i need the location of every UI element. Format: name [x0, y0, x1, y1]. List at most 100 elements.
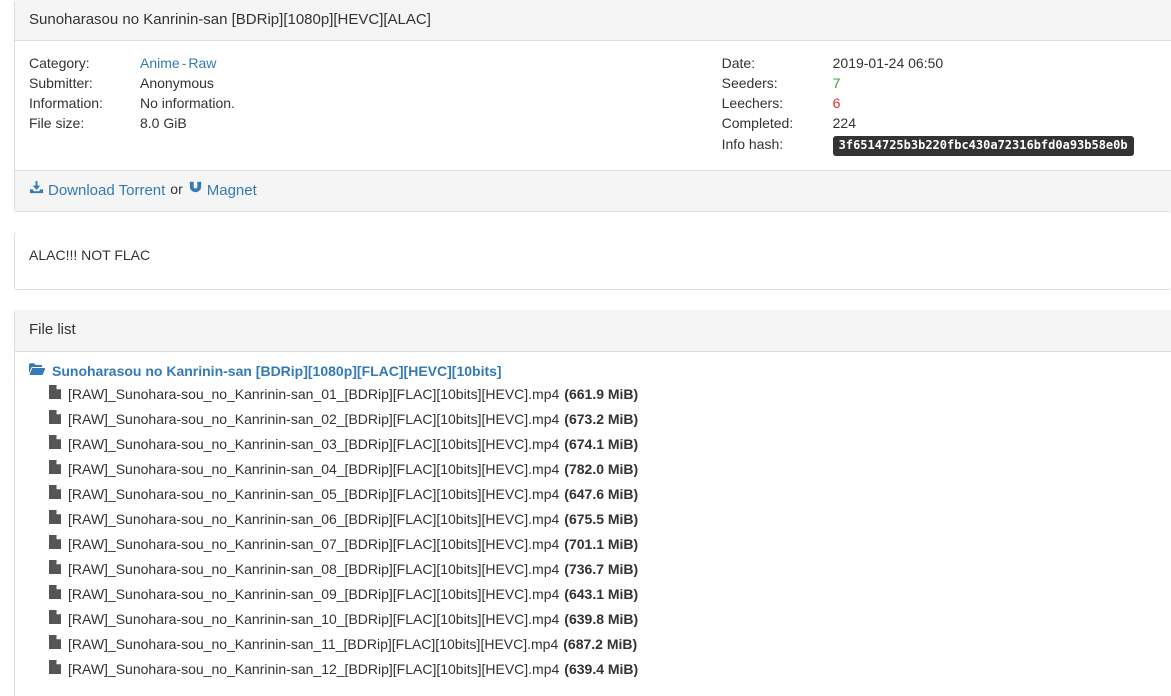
file-list-panel: File list Sunoharasou no Kanrinin-san [B…	[14, 310, 1171, 696]
file-list-heading: File list	[15, 310, 1171, 352]
file-rows: [RAW]_Sunohara-sou_no_Kanrinin-san_01_[B…	[29, 383, 1157, 683]
seeders-value: 7	[832, 75, 841, 92]
folder-item[interactable]: Sunoharasou no Kanrinin-san [BDRip][1080…	[29, 362, 1157, 683]
file-name: [RAW]_Sunohara-sou_no_Kanrinin-san_01_[B…	[68, 386, 560, 403]
leechers-row: Leechers: 6	[722, 94, 1157, 114]
download-icon	[29, 180, 44, 201]
file-name: [RAW]_Sunohara-sou_no_Kanrinin-san_06_[B…	[68, 511, 560, 528]
file-item: [RAW]_Sunohara-sou_no_Kanrinin-san_08_[B…	[49, 558, 1157, 583]
completed-row: Completed: 224	[722, 114, 1157, 134]
file-name: [RAW]_Sunohara-sou_no_Kanrinin-san_11_[B…	[68, 636, 559, 653]
download-bar: Download Torrent or Magnet	[15, 169, 1171, 212]
infohash-row: Info hash: 3f6514725b3b220fbc430a72316bf…	[721, 135, 1157, 156]
file-item: [RAW]_Sunohara-sou_no_Kanrinin-san_03_[B…	[49, 433, 1157, 458]
file-icon	[49, 485, 61, 505]
submitter-value: Anonymous	[140, 75, 214, 92]
torrent-info-right-column: Date: 2019-01-24 06:50 Seeders: 7 Leeche…	[721, 54, 1157, 156]
file-item: [RAW]_Sunohara-sou_no_Kanrinin-san_12_[B…	[49, 658, 1157, 683]
date-value: 2019-01-24 06:50	[832, 55, 944, 72]
filesize-value: 8.0 GiB	[140, 115, 187, 132]
torrent-info-grid: Category: Anime - Raw Submitter: Anonymous…	[29, 54, 1157, 156]
magnet-icon	[188, 180, 203, 201]
download-torrent-link[interactable]: Download Torrent	[29, 180, 165, 201]
file-icon	[49, 535, 61, 555]
category-link-raw[interactable]: Raw	[188, 55, 216, 71]
file-icon	[49, 635, 61, 655]
category-label: Category:	[29, 55, 90, 72]
description-body: ALAC!!! NOT FLAC	[15, 232, 1171, 289]
file-item: [RAW]_Sunohara-sou_no_Kanrinin-san_10_[B…	[49, 608, 1157, 633]
information-value: No information.	[140, 95, 235, 112]
folder-name: Sunoharasou no Kanrinin-san [BDRip][1080…	[52, 362, 502, 379]
file-icon	[49, 660, 61, 680]
infohash-label: Info hash:	[721, 136, 784, 153]
file-name: [RAW]_Sunohara-sou_no_Kanrinin-san_10_[B…	[68, 611, 560, 628]
file-name: [RAW]_Sunohara-sou_no_Kanrinin-san_04_[B…	[68, 461, 560, 478]
download-links-row: Download Torrent or Magnet	[29, 180, 1157, 201]
file-size: (643.1 MiB)	[564, 586, 639, 603]
magnet-link[interactable]: Magnet	[188, 180, 257, 201]
file-icon	[49, 460, 61, 480]
file-name: [RAW]_Sunohara-sou_no_Kanrinin-san_02_[B…	[68, 411, 560, 428]
file-icon	[49, 610, 61, 630]
file-item: [RAW]_Sunohara-sou_no_Kanrinin-san_11_[B…	[49, 633, 1157, 658]
file-icon	[49, 560, 61, 580]
leechers-value: 6	[832, 95, 841, 112]
file-icon	[49, 410, 61, 430]
file-icon	[49, 585, 61, 605]
file-size: (639.8 MiB)	[564, 611, 639, 628]
completed-value: 224	[832, 115, 856, 132]
magnet-label: Magnet	[206, 181, 257, 199]
file-size: (701.1 MiB)	[564, 536, 639, 553]
filesize-label: File size:	[29, 115, 85, 132]
file-size: (736.7 MiB)	[564, 561, 639, 578]
file-icon	[49, 510, 61, 530]
file-name: [RAW]_Sunohara-sou_no_Kanrinin-san_07_[B…	[68, 536, 560, 553]
file-name: [RAW]_Sunohara-sou_no_Kanrinin-san_12_[B…	[68, 661, 560, 678]
information-row: Information: No information.	[29, 94, 722, 114]
file-tree: Sunoharasou no Kanrinin-san [BDRip][1080…	[29, 362, 1157, 683]
category-link-anime[interactable]: Anime	[140, 55, 180, 71]
file-size: (673.2 MiB)	[564, 411, 639, 428]
file-item: [RAW]_Sunohara-sou_no_Kanrinin-san_07_[B…	[49, 533, 1157, 558]
file-name: [RAW]_Sunohara-sou_no_Kanrinin-san_05_[B…	[68, 486, 560, 503]
download-separator: or	[170, 181, 183, 198]
file-item: [RAW]_Sunohara-sou_no_Kanrinin-san_06_[B…	[49, 508, 1157, 533]
file-item: [RAW]_Sunohara-sou_no_Kanrinin-san_01_[B…	[49, 383, 1157, 408]
filesize-row: File size: 8.0 GiB	[29, 114, 722, 134]
file-icon	[49, 435, 61, 455]
category-value: Anime - Raw	[140, 54, 216, 74]
file-item: [RAW]_Sunohara-sou_no_Kanrinin-san_05_[B…	[49, 483, 1157, 508]
file-icon	[49, 385, 61, 405]
file-size: (674.1 MiB)	[564, 436, 639, 453]
file-item: [RAW]_Sunohara-sou_no_Kanrinin-san_04_[B…	[49, 458, 1157, 483]
file-size: (639.4 MiB)	[564, 661, 639, 678]
date-label: Date:	[721, 55, 756, 72]
file-size: (782.0 MiB)	[564, 461, 639, 478]
seeders-label: Seeders:	[721, 75, 778, 92]
seeders-row: Seeders: 7	[722, 74, 1157, 94]
file-size: (675.5 MiB)	[564, 511, 639, 528]
file-item: [RAW]_Sunohara-sou_no_Kanrinin-san_02_[B…	[49, 408, 1157, 433]
file-name: [RAW]_Sunohara-sou_no_Kanrinin-san_03_[B…	[68, 436, 560, 453]
download-torrent-label: Download Torrent	[48, 181, 166, 199]
leechers-label: Leechers:	[721, 95, 784, 112]
file-size: (647.6 MiB)	[564, 486, 639, 503]
file-size: (687.2 MiB)	[563, 636, 638, 653]
torrent-info-left-column: Category: Anime - Raw Submitter: Anonymous…	[29, 54, 722, 155]
date-row: Date: 2019-01-24 06:50	[722, 54, 1157, 74]
completed-label: Completed:	[721, 115, 794, 132]
description-text: ALAC!!! NOT FLAC	[29, 247, 151, 264]
file-name: [RAW]_Sunohara-sou_no_Kanrinin-san_09_[B…	[68, 586, 560, 603]
file-item: [RAW]_Sunohara-sou_no_Kanrinin-san_09_[B…	[49, 583, 1157, 608]
info-hash-badge[interactable]: 3f6514725b3b220fbc430a72316bfd0a93b58e0b	[832, 136, 1134, 156]
folder-open-icon	[29, 362, 46, 382]
file-list-body: Sunoharasou no Kanrinin-san [BDRip][1080…	[15, 352, 1171, 696]
torrent-detail-page: Sunoharasou no Kanrinin-san [BDRip][1080…	[0, 0, 1171, 696]
torrent-info-panel: Sunoharasou no Kanrinin-san [BDRip][1080…	[14, 0, 1171, 213]
file-size: (661.9 MiB)	[564, 386, 639, 403]
description-panel: ALAC!!! NOT FLAC	[14, 232, 1171, 291]
submitter-label: Submitter:	[29, 75, 93, 92]
category-row: Category: Anime - Raw	[29, 54, 722, 74]
folder-row[interactable]: Sunoharasou no Kanrinin-san [BDRip][1080…	[29, 362, 1157, 382]
